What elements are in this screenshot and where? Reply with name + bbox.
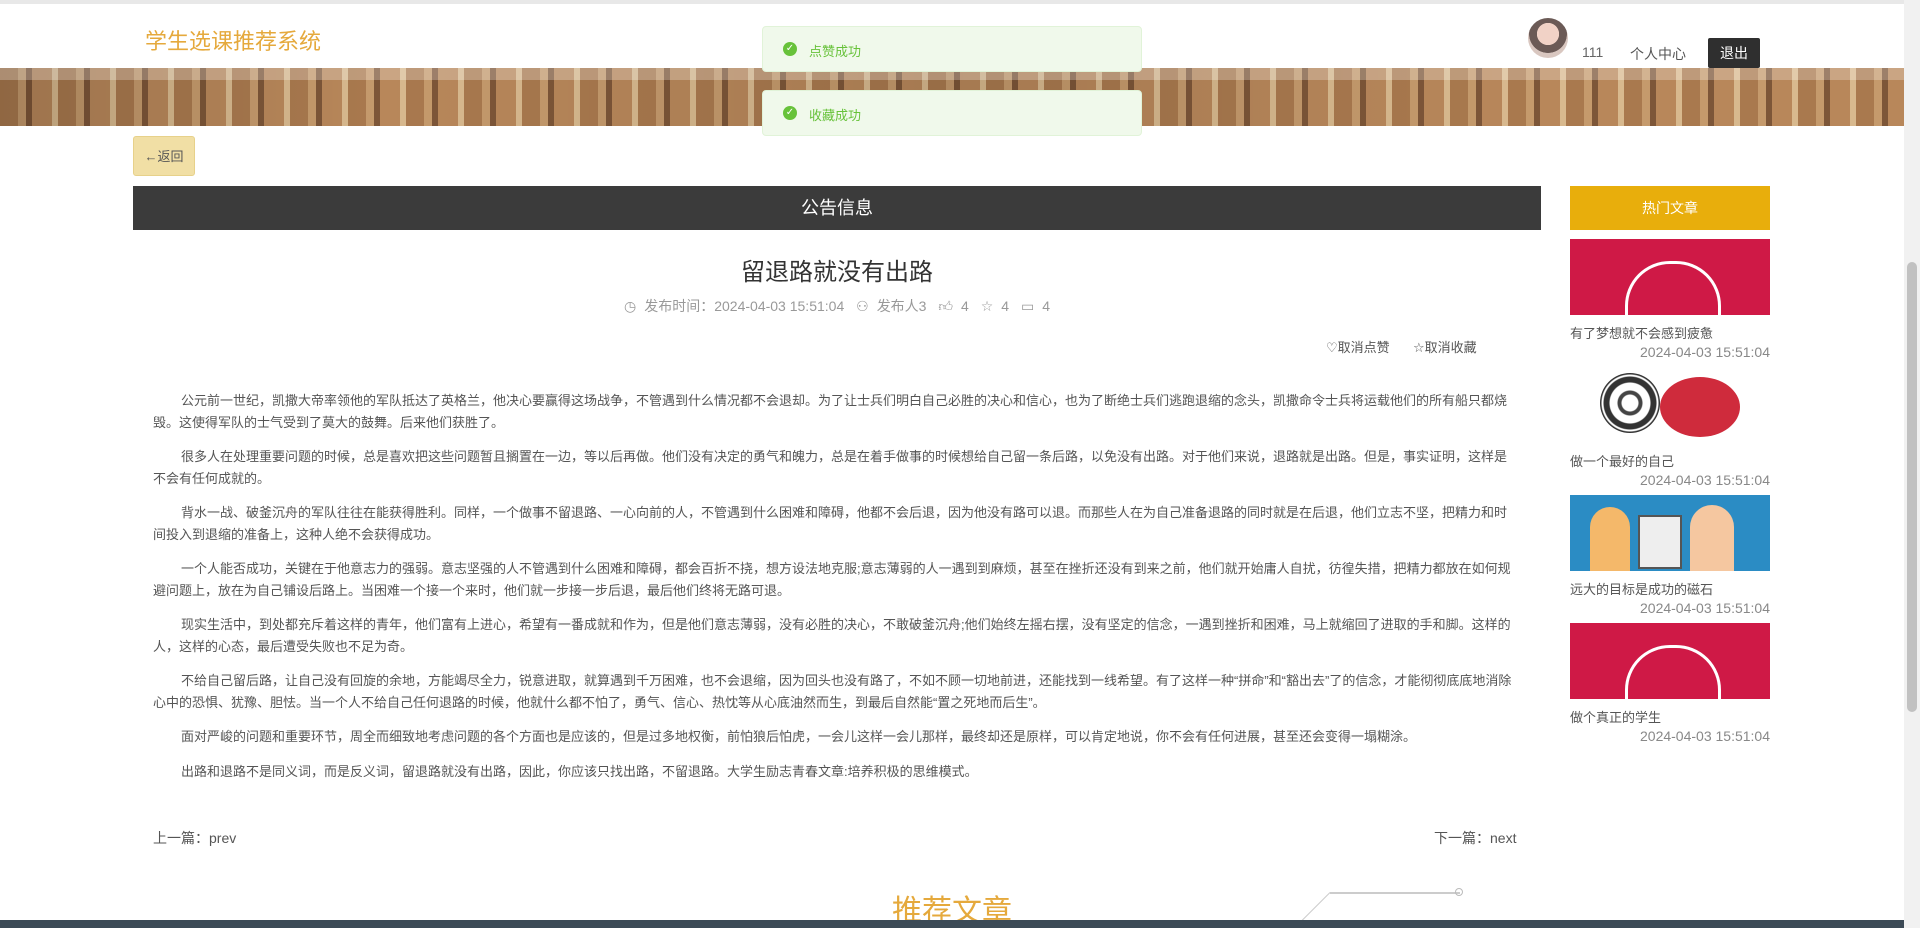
like-count: 4 — [961, 298, 969, 314]
notice-bar: 公告信息 — [133, 186, 1541, 230]
taskbar-strip — [0, 920, 1904, 928]
hot-article-title[interactable]: 做一个最好的自己 — [1570, 451, 1770, 470]
article-paragraph: 公元前一世纪，凯撒大帝率领他的军队抵达了英格兰，他决心要赢得这场战争，不管遇到什… — [153, 393, 1508, 430]
article-paragraph: 现实生活中，到处都充斥着这样的青年，他们富有上进心，希望有一番成就和作为，但是他… — [153, 617, 1511, 654]
hot-article-title[interactable]: 有了梦想就不会感到疲惫 — [1570, 323, 1770, 342]
thumb-up-icon: 👍︎ — [938, 298, 954, 314]
article-paragraph: 出路和退路不是同义词，而是反义词，留退路就没有出路，因此，你应该只找出路，不留退… — [181, 764, 978, 779]
hot-articles-header: 热门文章 — [1570, 186, 1770, 230]
comment-icon: ▭ — [1020, 298, 1035, 314]
hot-article-date: 2024-04-03 15:51:04 — [1640, 472, 1770, 488]
article-paragraph: 面对严峻的问题和重要环节，周全而细致地考虑问题的各个方面也是应该的，但是过多地权… — [181, 729, 1417, 744]
article-title: 留退路就没有出路 — [741, 259, 933, 286]
hot-article-item[interactable]: 做个真正的学生 2024-04-03 15:51:04 — [1570, 623, 1770, 744]
toast-favorite-success: ✓ 收藏成功 — [762, 90, 1142, 136]
username: 111 — [1582, 44, 1604, 60]
unfavorite-button[interactable]: ☆取消收藏 — [1413, 337, 1477, 356]
unfavorite-label: 取消收藏 — [1424, 340, 1477, 355]
article-thumbnail[interactable] — [1570, 239, 1770, 315]
unlike-label: 取消点赞 — [1337, 340, 1390, 355]
article-paragraph: 很多人在处理重要问题的时候，总是喜欢把这些问题暂且搁置在一边，等以后再做。他们没… — [153, 449, 1508, 486]
hot-article-date: 2024-04-03 15:51:04 — [1640, 728, 1770, 744]
article-paragraph: 一个人能否成功，关键在于他意志力的强弱。意志坚强的人不管遇到什么困难和障碍，都会… — [153, 561, 1511, 598]
decorative-dot — [1455, 888, 1463, 896]
article-thumbnail[interactable] — [1570, 623, 1770, 699]
check-circle-icon: ✓ — [783, 42, 797, 56]
toast-message: 点赞成功 — [809, 44, 862, 59]
page-scrollbar[interactable] — [1904, 0, 1920, 928]
profile-link[interactable]: 个人中心 — [1630, 44, 1686, 64]
publisher: 发布人3 — [876, 298, 927, 314]
comment-count: 4 — [1042, 298, 1050, 314]
star-icon: ☆ — [1413, 340, 1425, 355]
hot-article-title[interactable]: 做个真正的学生 — [1570, 707, 1770, 726]
next-article-link[interactable]: 下一篇：next — [1434, 828, 1516, 848]
hot-article-item[interactable]: 做一个最好的自己 2024-04-03 15:51:04 — [1570, 367, 1770, 488]
hot-article-item[interactable]: 有了梦想就不会感到疲惫 2024-04-03 15:51:04 — [1570, 239, 1770, 360]
toast-message: 收藏成功 — [809, 108, 862, 123]
prev-article-link[interactable]: 上一篇：prev — [153, 828, 236, 848]
hot-article-item[interactable]: 远大的目标是成功的磁石 2024-04-03 15:51:04 — [1570, 495, 1770, 616]
brand-title[interactable]: 学生选课推荐系统 — [145, 24, 321, 56]
article-thumbnail[interactable] — [1570, 367, 1770, 443]
user-icon: ⚇ — [856, 298, 869, 314]
toast-like-success: ✓ 点赞成功 — [762, 26, 1142, 72]
article-paragraph: 背水一战、破釜沉舟的军队往往在能获得胜利。同样，一个做事不留退路、一心向前的人，… — [153, 505, 1508, 542]
favorite-count: 4 — [1001, 298, 1010, 314]
scrollbar-thumb[interactable] — [1907, 262, 1917, 712]
star-icon: ☆ — [980, 298, 994, 314]
heart-icon: ♡ — [1326, 340, 1338, 355]
publish-time: 发布时间：2024-04-03 15:51:04 — [644, 298, 845, 314]
clock-icon: ◷ — [624, 298, 637, 314]
article-thumbnail[interactable] — [1570, 495, 1770, 571]
avatar[interactable] — [1528, 18, 1568, 58]
hot-article-date: 2024-04-03 15:51:04 — [1640, 600, 1770, 616]
logout-button[interactable]: 退出 — [1708, 38, 1760, 68]
article-meta: ◷ 发布时间：2024-04-03 15:51:04 ⚇ 发布人3 👍︎ 4 ☆ 4 ▭… — [133, 296, 1541, 316]
unlike-button[interactable]: ♡取消点赞 — [1326, 337, 1390, 356]
hot-article-title[interactable]: 远大的目标是成功的磁石 — [1570, 579, 1770, 598]
check-circle-icon: ✓ — [783, 106, 797, 120]
decorative-line — [1330, 892, 1460, 894]
article-paragraph: 不给自己留后路，让自己没有回旋的余地，方能竭尽全力，锐意进取，就算遇到千万困难，… — [153, 673, 1512, 710]
hot-article-date: 2024-04-03 15:51:04 — [1640, 344, 1770, 360]
back-button[interactable]: ←返回 — [133, 136, 195, 176]
